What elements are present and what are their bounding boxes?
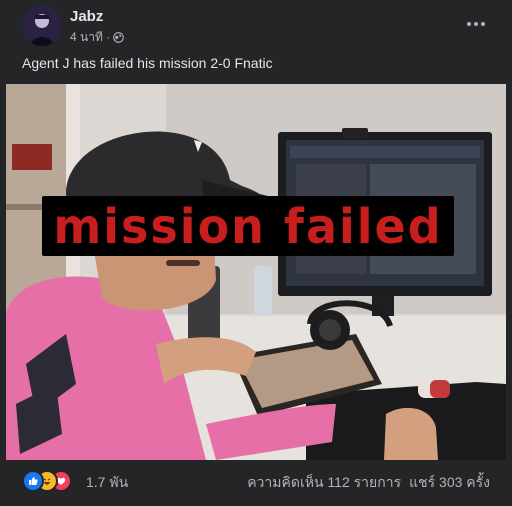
post-stats: ความคิดเห็น 112 รายการ แชร์ 303 ครั้ง [247,472,490,494]
more-options-button[interactable] [462,10,490,38]
overlay-text: mission failed [53,197,443,255]
like-reaction-icon [22,470,44,492]
reaction-count[interactable]: 1.7 พัน [86,472,128,494]
post-photo[interactable]: mission failed [6,84,506,460]
post-footer: 1.7 พัน ความคิดเห็น 112 รายการ แชร์ 303 … [0,462,512,502]
globe-icon [113,32,125,43]
shares-count[interactable]: แชร์ 303 ครั้ง [409,472,490,494]
avatar[interactable] [22,6,62,46]
post-card: Jabz 4 นาที · Agent J has failed his mis… [0,0,512,506]
post-header: Jabz 4 นาที · [0,0,512,52]
dot-icon [474,22,478,26]
avatar-image [22,6,62,46]
post-caption: Agent J has failed his mission 2-0 Fnati… [22,55,273,71]
photo-scene [6,84,506,460]
mission-failed-overlay: mission failed [42,196,454,256]
author-name[interactable]: Jabz [70,8,103,25]
dot-icon [467,22,471,26]
post-meta: 4 นาที · [70,28,125,47]
dot-icon [481,22,485,26]
post-time[interactable]: 4 นาที · [70,28,110,47]
comments-count[interactable]: ความคิดเห็น 112 รายการ [247,472,401,494]
thumbs-up-icon [29,477,38,485]
